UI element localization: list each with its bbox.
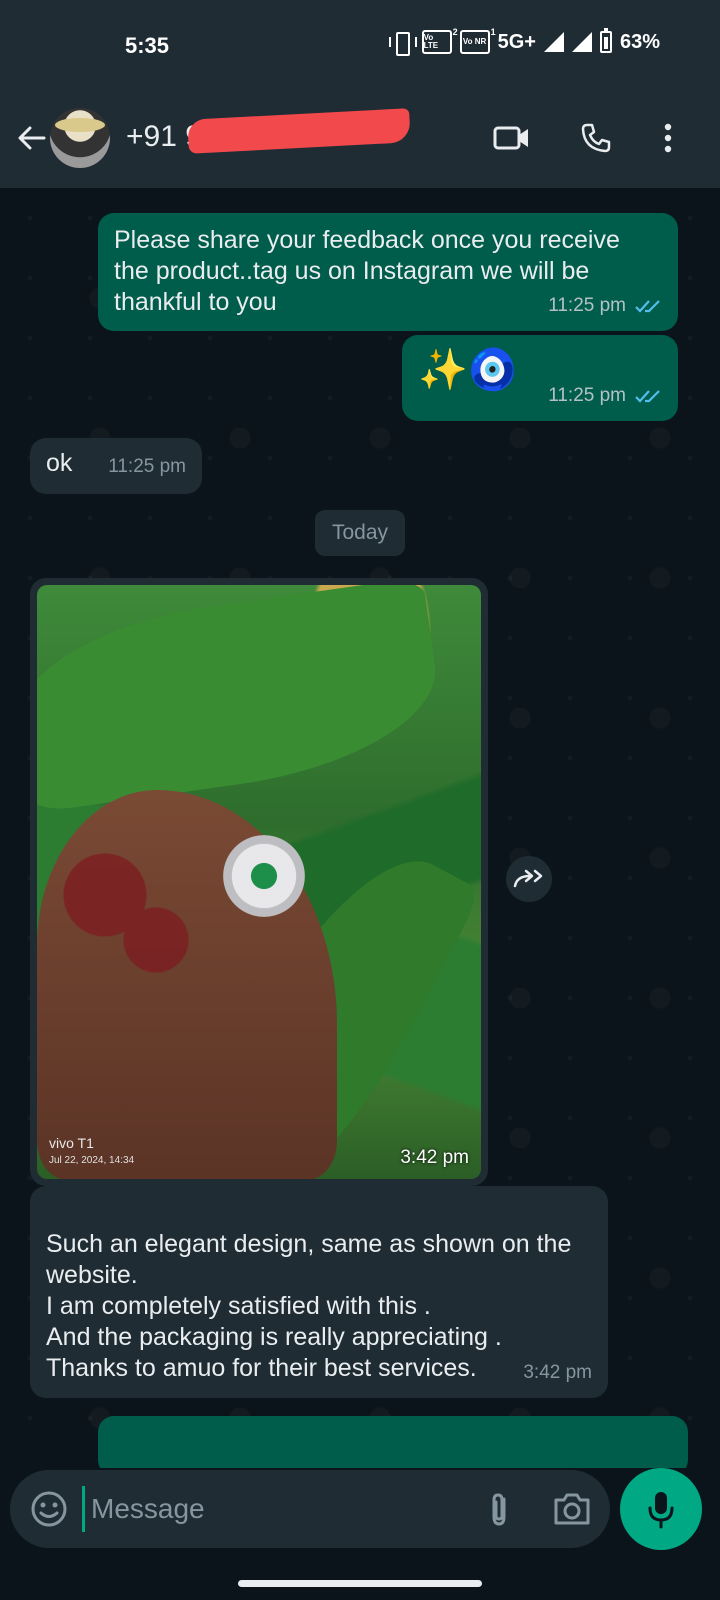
- back-arrow-icon[interactable]: [10, 116, 54, 160]
- message-time: 11:25 pm: [108, 456, 186, 477]
- vibrate-icon: [388, 30, 417, 56]
- message-time: 3:42 pm: [400, 1147, 469, 1168]
- photo-leaf: [37, 585, 448, 814]
- attach-icon[interactable]: [478, 1488, 520, 1530]
- status-bar: 5:35 Vo LTE 2 Vo NR 1 5G+ 63%: [0, 0, 720, 88]
- message-bubble-outgoing[interactable]: [98, 1416, 688, 1468]
- photo-henna: [37, 835, 207, 985]
- signal-icon-2: [571, 32, 592, 52]
- message-time: 3:42 pm: [523, 1362, 592, 1383]
- microphone-icon[interactable]: [620, 1468, 702, 1550]
- photo-ring: [223, 835, 305, 917]
- read-ticks-icon: [635, 389, 660, 403]
- photo-watermark-device: vivo T1: [49, 1135, 94, 1151]
- message-bubble-outgoing[interactable]: Please share your feedback once you rece…: [98, 213, 678, 331]
- signal-icon: [543, 32, 564, 52]
- message-bubble-incoming[interactable]: Such an elegant design, same as shown on…: [30, 1186, 608, 1398]
- gesture-nav-handle[interactable]: [238, 1580, 482, 1587]
- contact-avatar[interactable]: [50, 108, 110, 168]
- battery-level: 63%: [619, 30, 660, 53]
- photo-watermark-date: Jul 22, 2024, 14:34: [49, 1155, 135, 1166]
- message-text: Such an elegant design, same as shown on…: [46, 1230, 572, 1382]
- status-icons: Vo LTE 2 Vo NR 1 5G+ 63%: [388, 28, 660, 56]
- chat-header: +91 91: [0, 88, 720, 188]
- chat-area[interactable]: Please share your feedback once you rece…: [0, 188, 720, 1468]
- network-type: 5G+: [497, 30, 536, 53]
- message-bubble-outgoing[interactable]: ✨🧿 11:25 pm: [402, 335, 678, 421]
- composer-bar: [10, 1470, 610, 1548]
- redaction-mark: [187, 108, 411, 154]
- video-call-icon[interactable]: [490, 116, 534, 160]
- forward-icon[interactable]: [506, 856, 552, 902]
- message-meta: 11:25 pm: [548, 380, 662, 411]
- date-divider: Today: [315, 510, 405, 556]
- volte-sim2-icon: Vo NR 1: [459, 28, 496, 54]
- camera-icon[interactable]: [550, 1488, 594, 1530]
- emoji-icon[interactable]: [28, 1488, 70, 1530]
- voice-call-icon[interactable]: [574, 116, 618, 160]
- message-input[interactable]: [82, 1486, 462, 1532]
- more-options-icon[interactable]: [646, 116, 690, 160]
- battery-icon: [599, 28, 612, 53]
- status-time: 5:35: [125, 33, 170, 58]
- read-ticks-icon: [635, 299, 660, 313]
- message-bubble-incoming[interactable]: ok 11:25 pm: [30, 438, 202, 494]
- shared-photo[interactable]: vivo T1 Jul 22, 2024, 14:34 3:42 pm: [37, 585, 481, 1179]
- volte-sim1-icon: Vo LTE 2: [421, 28, 458, 54]
- message-time: 11:25 pm: [548, 385, 626, 406]
- message-text: ok: [46, 449, 73, 477]
- message-meta: 11:25 pm: [548, 290, 662, 321]
- message-time: 11:25 pm: [548, 295, 626, 316]
